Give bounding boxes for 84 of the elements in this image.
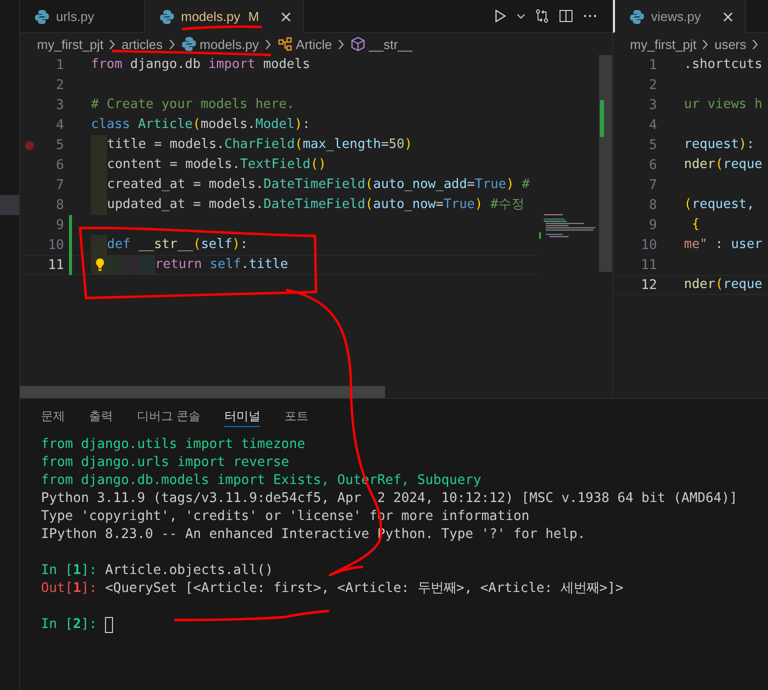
editor-tab[interactable]: models.py M [145,0,304,33]
terminal-line: Python 3.11.9 (tags/v3.11.9:de54cf5, Apr 2 2024, 10:12:12) [MSC v.1938 64 bit (AMD64)] [41,490,738,508]
line-number: 8 [648,198,657,212]
tab-label: urls.py [56,9,94,24]
line-number: 11 [640,258,657,272]
line-number: 9 [54,218,64,232]
code-line: class Article(models.Model): [91,116,310,134]
code-line: # Create your models here. [91,96,294,114]
line-number: 3 [54,98,64,112]
editor-tab[interactable]: views.py [615,0,746,33]
chevron-right-icon [750,38,760,50]
change-mark [600,100,604,137]
terminal-line: In [2]: [41,616,98,634]
panel-tab[interactable]: 출력 [89,407,113,427]
line-number: 11 [46,258,64,272]
breadcrumb-item[interactable]: my_first_pjt [37,36,104,52]
panel-tab[interactable]: 터미널 [224,407,260,427]
split-editor-icon[interactable] [558,8,574,24]
code-line: .shortcuts [684,56,762,74]
code-line: from django.db import models [91,56,310,74]
line-number: 1 [54,58,64,72]
line-number: 7 [648,178,657,192]
chevron-right-icon [700,38,710,50]
breadcrumb-item[interactable]: my_first_pjt [630,36,696,52]
line-number: 4 [648,118,657,132]
status-letter: M [248,9,260,24]
class-symbol-icon [276,36,293,52]
code-line: me" : user [684,236,762,254]
line-number: 5 [54,138,64,152]
panel-tab[interactable]: 포트 [284,407,308,427]
tab-label: views.py [651,9,701,24]
line-number: 7 [54,178,64,192]
scrollbar-thumb[interactable] [20,386,385,398]
chevron-right-icon [336,38,346,50]
panel-tab[interactable]: 문제 [41,407,65,427]
line-number: 1 [648,58,657,72]
chevron-right-icon [107,38,118,50]
code-line: content = models.TextField() [107,156,326,174]
line-number: 6 [648,158,657,172]
code-line: ur views h [684,96,762,114]
cube-icon [350,36,366,52]
line-number: 4 [54,118,64,132]
code-line: request): [684,136,754,154]
breadcrumb-item[interactable]: __str__ [369,36,412,52]
code-line: nder(reque [684,156,762,174]
code-line: def __str__(self): [107,236,248,254]
lightbulb-icon[interactable] [94,257,106,273]
python-file-icon [34,8,50,24]
python-file-icon [159,8,175,24]
panel-tab[interactable]: 디버그 콘솔 [137,407,200,427]
line-number: 2 [648,78,657,92]
python-file-icon [180,36,197,52]
chevron-right-icon [166,38,177,50]
code-line: title = models.CharField(max_length=50) [107,136,412,154]
breadcrumb-item[interactable]: Article [296,36,332,52]
python-file-icon [629,8,645,24]
line-number: 12 [640,278,657,292]
code-line: (request, [684,196,754,214]
terminal-line: In [1]: Article.objects.all() [41,562,274,580]
line-number: 10 [46,238,64,252]
line-number: 8 [54,198,64,212]
code-line: updated_at = models.DateTimeField(auto_now=True) #수정 [107,196,524,214]
tab-label: models.py [181,9,240,24]
scrollbar-thumb[interactable] [599,55,612,272]
line-number: 3 [648,98,657,112]
terminal-line: Out[1]: <QuerySet [<Article: first>, <Article: 두번째>, <Article: 세번째>]> [41,580,624,598]
line-number: 6 [54,158,64,172]
code-line: return self.title [155,256,288,274]
breadcrumb-item[interactable]: models.py [200,36,259,52]
chevron-right-icon [262,38,273,50]
line-number: 2 [54,78,64,92]
close-icon[interactable] [720,10,735,24]
code-line: { [690,216,700,234]
line-number: 5 [648,138,657,152]
compare-changes-icon[interactable] [534,8,550,24]
line-number: 10 [640,238,657,252]
close-icon[interactable] [279,10,294,24]
terminal-line: from django.urls import reverse [41,454,290,472]
breadcrumb-item[interactable]: articles [121,36,163,52]
terminal-line: from django.utils import timezone [41,436,306,454]
breadcrumb-item[interactable]: users [714,36,746,52]
code-line: nder(reque [684,276,762,294]
code-line: created_at = models.DateTimeField(auto_now_add=True) # [107,176,530,194]
line-number: 9 [648,218,657,232]
